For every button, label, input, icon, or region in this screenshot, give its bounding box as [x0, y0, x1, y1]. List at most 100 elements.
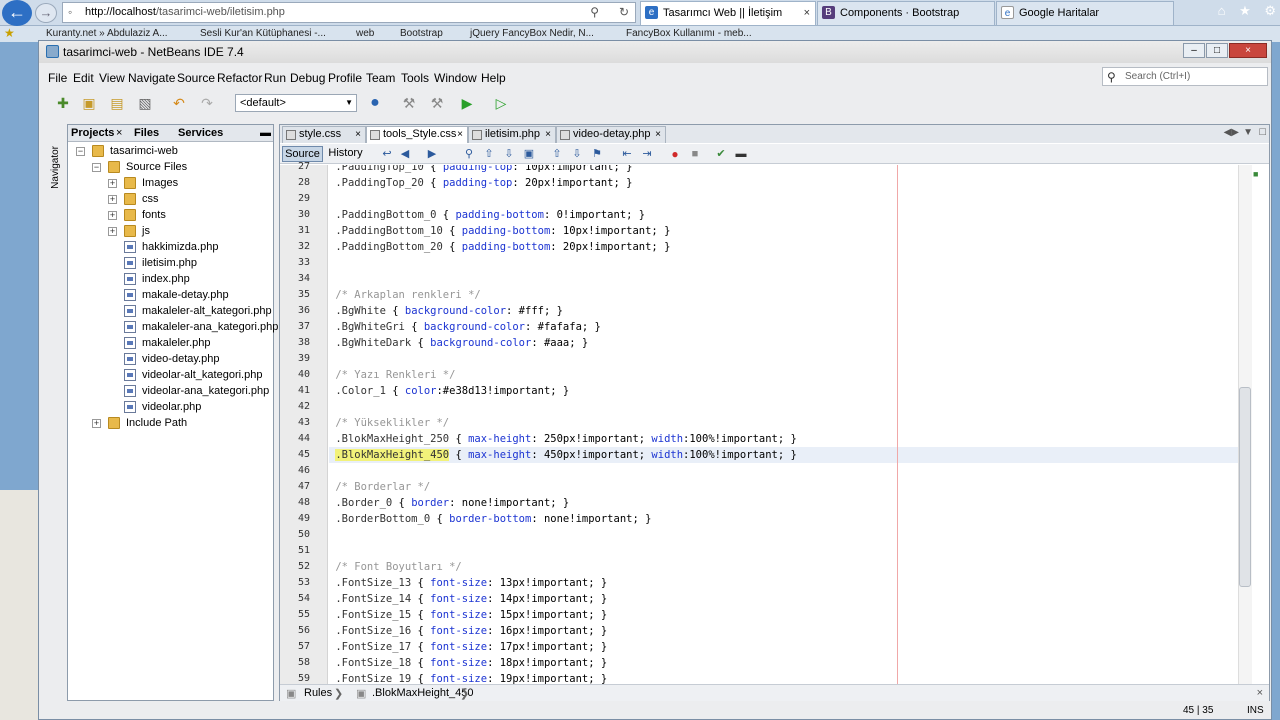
tree-item[interactable]: videolar.php — [108, 401, 273, 415]
toggle-bookmark-icon[interactable]: ⚑ — [590, 147, 604, 161]
tree-item[interactable]: video-detay.php — [108, 353, 273, 367]
close-tab-icon[interactable]: × — [116, 127, 122, 139]
forward-icon[interactable]: ▶ — [425, 147, 439, 161]
minimize-button[interactable]: – — [1183, 43, 1205, 58]
minimize-panel-icon[interactable]: ▬ — [260, 127, 271, 139]
menu-run[interactable]: Run — [264, 71, 286, 85]
code-line[interactable] — [329, 255, 1239, 271]
close-tab-icon[interactable]: × — [545, 127, 551, 142]
tree-item[interactable]: videolar-ana_kategori.php — [108, 385, 273, 399]
menu-profile[interactable]: Profile — [328, 71, 362, 85]
code-line[interactable] — [329, 543, 1239, 559]
expand-toggle-icon[interactable]: + — [92, 419, 101, 428]
code-line[interactable]: /* Arkaplan renkleri */ — [329, 287, 1239, 303]
new-file-icon[interactable]: ✚ — [53, 93, 73, 113]
open-project-icon[interactable]: ▤ — [107, 93, 127, 113]
tree-item[interactable]: + fonts — [108, 209, 273, 223]
menu-tools[interactable]: Tools — [401, 71, 429, 85]
code-line[interactable]: .BorderBottom_0 { border-bottom: none!im… — [329, 511, 1239, 527]
menu-view[interactable]: View — [99, 71, 125, 85]
browser-tab-maps[interactable]: e Google Haritalar — [996, 1, 1174, 25]
menu-file[interactable]: File — [48, 71, 67, 85]
code-line[interactable]: /* Yazı Renkleri */ — [329, 367, 1239, 383]
tab-scroll-arrows-icon[interactable]: ◀▶ — [1224, 127, 1239, 138]
tree-item[interactable]: makale-detay.php — [108, 289, 273, 303]
code-line[interactable]: .PaddingTop_10 { padding-top: 10px!impor… — [329, 165, 1239, 175]
code-line[interactable]: .BlokMaxHeight_250 { max-height: 250px!i… — [329, 431, 1239, 447]
debug-icon[interactable]: ▷ — [491, 93, 511, 113]
record-macro-icon[interactable]: ● — [668, 147, 682, 161]
maximize-button[interactable]: □ — [1206, 43, 1228, 58]
code-line[interactable] — [329, 463, 1239, 479]
menu-help[interactable]: Help — [481, 71, 506, 85]
stop-macro-icon[interactable]: ■ — [688, 147, 702, 161]
expand-toggle-icon[interactable]: + — [108, 227, 117, 236]
expand-toggle-icon[interactable]: − — [92, 163, 101, 172]
close-tab-icon[interactable]: × — [457, 127, 463, 142]
code-line[interactable] — [329, 527, 1239, 543]
code-line[interactable]: .FontSize_15 { font-size: 15px!important… — [329, 607, 1239, 623]
maximize-editor-icon[interactable]: □ — [1259, 126, 1266, 138]
code-line[interactable]: .FontSize_19 { font-size: 19px!important… — [329, 671, 1239, 685]
tab-tools-style-css[interactable]: tools_Style.css × — [366, 126, 468, 143]
browser-tab-bootstrap[interactable]: B Components · Bootstrap — [817, 1, 995, 25]
save-all-icon[interactable]: ▧ — [135, 93, 155, 113]
expand-toggle-icon[interactable]: + — [108, 195, 117, 204]
code-line[interactable]: .FontSize_13 { font-size: 13px!important… — [329, 575, 1239, 591]
shift-right-icon[interactable]: ⇥ — [640, 147, 654, 161]
code-line[interactable]: .PaddingTop_20 { padding-top: 20px!impor… — [329, 175, 1239, 191]
bookmark-link[interactable]: Kuranty.net » Abdulaziz A... — [46, 28, 168, 39]
tree-item[interactable]: iletisim.php — [108, 257, 273, 271]
configuration-select[interactable]: <default> ▼ — [235, 94, 357, 112]
back-icon[interactable]: ◀ — [398, 147, 412, 161]
tab-list-chevron-icon[interactable]: ▼ — [1243, 127, 1253, 138]
tree-item[interactable]: + Include Path — [92, 417, 273, 431]
find-icon[interactable]: ⚲ — [462, 147, 476, 161]
menu-debug[interactable]: Debug — [290, 71, 325, 85]
tree-item[interactable]: − tasarimci-web — [76, 145, 273, 159]
code-line[interactable]: .FontSize_17 { font-size: 17px!important… — [329, 639, 1239, 655]
home-icon[interactable]: ⌂ — [1218, 3, 1226, 18]
tree-item[interactable]: makaleler-ana_kategori.php — [108, 321, 278, 335]
code-line[interactable]: /* Borderlar */ — [329, 479, 1239, 495]
code-line[interactable]: .Border_0 { border: none!important; } — [329, 495, 1239, 511]
tree-item[interactable]: makaleler-alt_kategori.php — [108, 305, 273, 319]
prev-bookmark-icon[interactable]: ⇧ — [550, 147, 564, 161]
favorites-star-icon[interactable]: ★ — [1239, 3, 1251, 18]
close-window-button[interactable]: × — [1229, 43, 1267, 58]
favorites-star-icon[interactable]: ★ — [4, 26, 15, 40]
find-prev-icon[interactable]: ⇧ — [482, 147, 496, 161]
breadcrumb-rules[interactable]: Rules — [304, 687, 332, 699]
navigator-label[interactable]: Navigator — [50, 146, 61, 189]
menu-window[interactable]: Window — [434, 71, 477, 85]
code-line[interactable]: .PaddingBottom_0 { padding-bottom: 0!imp… — [329, 207, 1239, 223]
close-tab-icon[interactable]: × — [655, 127, 661, 142]
code-line[interactable] — [329, 271, 1239, 287]
clean-build-icon[interactable]: ⚒ — [427, 93, 447, 113]
tree-item[interactable]: makaleler.php — [108, 337, 273, 351]
next-bookmark-icon[interactable]: ⇩ — [570, 147, 584, 161]
find-selection-icon[interactable]: ▣ — [522, 147, 536, 161]
code-line[interactable]: /* Yükseklikler */ — [329, 415, 1239, 431]
navigator-sidebar[interactable]: Navigator — [47, 124, 65, 244]
menu-edit[interactable]: Edit — [73, 71, 94, 85]
menu-refactor[interactable]: Refactor — [217, 71, 262, 85]
tab-services[interactable]: Services — [178, 127, 223, 139]
code-line[interactable] — [329, 191, 1239, 207]
code-line[interactable]: .BlokMaxHeight_450 { max-height: 450px!i… — [329, 447, 1239, 463]
menu-source[interactable]: Source — [177, 71, 215, 85]
history-button[interactable]: History — [325, 146, 366, 162]
tree-item[interactable]: + Images — [108, 177, 273, 191]
undo-icon[interactable]: ↶ — [169, 93, 189, 113]
bookmark-link[interactable]: Sesli Kur'an Kütüphanesi -... — [200, 28, 326, 39]
tab-projects[interactable]: Projects — [71, 127, 114, 139]
last-edit-icon[interactable]: ↩ — [380, 147, 394, 161]
close-tab-icon[interactable]: × — [804, 2, 810, 24]
browser-globe-icon[interactable]: ● — [365, 93, 385, 113]
forward-button[interactable]: → — [35, 3, 57, 23]
source-button[interactable]: Source — [282, 146, 323, 162]
tree-item[interactable]: + css — [108, 193, 273, 207]
search-icon[interactable]: ⚲ — [590, 5, 599, 19]
code-line[interactable] — [329, 399, 1239, 415]
new-project-icon[interactable]: ▣ — [79, 93, 99, 113]
